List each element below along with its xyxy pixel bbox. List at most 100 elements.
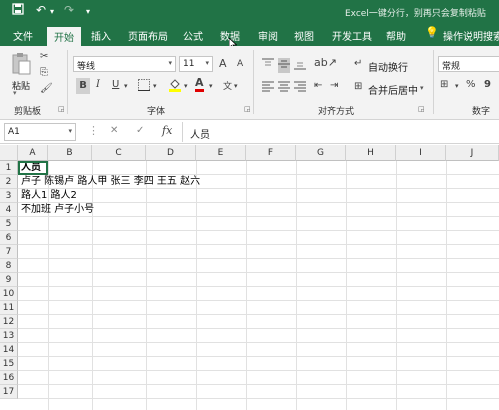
customize-icon[interactable]: ▾ bbox=[86, 7, 90, 16]
row-header-4[interactable]: 4 bbox=[0, 203, 18, 217]
undo-icon[interactable]: ↶ bbox=[36, 3, 46, 17]
align-left-icon[interactable] bbox=[262, 80, 274, 95]
increase-indent-icon[interactable]: ⇥ bbox=[330, 80, 338, 91]
font-name-select[interactable]: 等线 ▾ bbox=[73, 56, 176, 72]
chevron-down-icon: ▾ bbox=[168, 59, 172, 67]
tab-help[interactable]: 帮助 bbox=[386, 28, 406, 43]
wrap-text-icon[interactable]: ↵ bbox=[354, 58, 362, 69]
column-header-d[interactable]: D bbox=[146, 145, 196, 161]
merge-center-button[interactable]: 合并后居中 bbox=[368, 82, 418, 97]
borders-icon[interactable] bbox=[138, 79, 150, 94]
align-middle-icon[interactable] bbox=[278, 58, 290, 73]
chevron-down-icon[interactable]: ▾ bbox=[209, 82, 213, 90]
row-header-8[interactable]: 8 bbox=[0, 259, 18, 273]
select-all-corner[interactable] bbox=[0, 145, 18, 161]
currency-icon[interactable]: ⊞ bbox=[440, 79, 448, 90]
tab-page-layout[interactable]: 页面布局 bbox=[128, 28, 168, 43]
number-format-select[interactable]: 常规 bbox=[438, 56, 499, 72]
align-center-icon[interactable] bbox=[278, 80, 290, 95]
tell-me-search[interactable]: 操作说明搜索 bbox=[443, 28, 499, 43]
column-header-c[interactable]: C bbox=[92, 145, 146, 161]
align-right-icon[interactable] bbox=[294, 80, 306, 95]
underline-button[interactable]: U bbox=[112, 79, 119, 90]
chevron-down-icon: ▾ bbox=[205, 59, 209, 67]
column-header-j[interactable]: J bbox=[446, 145, 499, 161]
row-header-1[interactable]: 1 bbox=[0, 161, 18, 175]
column-header-g[interactable]: G bbox=[296, 145, 346, 161]
percent-button[interactable]: % bbox=[466, 79, 476, 90]
row-header-12[interactable]: 12 bbox=[0, 315, 18, 329]
wrap-text-button[interactable]: 自动换行 bbox=[368, 59, 408, 74]
column-header-e[interactable]: E bbox=[196, 145, 246, 161]
merge-center-icon[interactable]: ⊞ bbox=[354, 81, 362, 92]
row-header-14[interactable]: 14 bbox=[0, 343, 18, 357]
font-name-value: 等线 bbox=[77, 62, 96, 72]
paste-button[interactable] bbox=[9, 52, 33, 76]
row-header-11[interactable]: 11 bbox=[0, 301, 18, 315]
comma-button[interactable]: 9 bbox=[484, 79, 491, 90]
column-header-b[interactable]: B bbox=[48, 145, 92, 161]
tab-review[interactable]: 审阅 bbox=[258, 28, 278, 43]
format-painter-icon[interactable]: 🖌 bbox=[40, 83, 53, 94]
ribbon-tabs: 文件 开始 插入 页面布局 公式 数据 审阅 视图 开发工具 帮助 💡 操作说明… bbox=[0, 24, 499, 51]
save-icon[interactable] bbox=[12, 3, 24, 18]
alignment-launcher-icon[interactable]: ◲ bbox=[418, 105, 425, 113]
row-header-2[interactable]: 2 bbox=[0, 175, 18, 189]
tab-formulas[interactable]: 公式 bbox=[183, 28, 203, 43]
tab-developer[interactable]: 开发工具 bbox=[332, 28, 372, 43]
row-header-16[interactable]: 16 bbox=[0, 371, 18, 385]
align-bottom-icon[interactable] bbox=[294, 58, 306, 73]
chevron-down-icon[interactable]: ▾ bbox=[124, 82, 128, 90]
chevron-down-icon[interactable]: ▾ bbox=[234, 82, 238, 90]
font-size-select[interactable]: 11 ▾ bbox=[179, 56, 213, 72]
cancel-icon[interactable]: ✕ bbox=[110, 125, 118, 136]
italic-button[interactable]: I bbox=[96, 79, 100, 90]
formula-input[interactable]: 人员 bbox=[190, 126, 210, 141]
chevron-down-icon[interactable]: ▾ bbox=[184, 82, 188, 90]
cell-a2[interactable]: 卢子 陈锡卢 路人甲 张三 李四 王五 赵六 bbox=[21, 175, 200, 189]
tab-file[interactable]: 文件 bbox=[13, 28, 33, 43]
row-header-3[interactable]: 3 bbox=[0, 189, 18, 203]
align-top-icon[interactable] bbox=[262, 58, 274, 73]
column-header-i[interactable]: I bbox=[396, 145, 446, 161]
row-header-6[interactable]: 6 bbox=[0, 231, 18, 245]
column-header-a[interactable]: A bbox=[18, 145, 48, 161]
shrink-font-button[interactable]: A bbox=[237, 59, 243, 69]
insert-function-icon[interactable]: fx bbox=[162, 124, 172, 137]
phonetic-icon[interactable]: 文 bbox=[223, 79, 232, 92]
enter-icon[interactable]: ✓ bbox=[136, 125, 144, 136]
chevron-down-icon[interactable]: ▾ bbox=[455, 82, 459, 90]
row-header-5[interactable]: 5 bbox=[0, 217, 18, 231]
row-header-15[interactable]: 15 bbox=[0, 357, 18, 371]
bold-button[interactable]: B bbox=[76, 78, 90, 94]
row-header-10[interactable]: 10 bbox=[0, 287, 18, 301]
row-header-17[interactable]: 17 bbox=[0, 385, 18, 399]
font-color-button[interactable]: A bbox=[195, 77, 204, 92]
worksheet-grid[interactable]: A B C D E F G H I J 1 2 3 4 5 6 7 8 9 10… bbox=[0, 145, 499, 410]
gridline bbox=[18, 300, 499, 301]
column-header-h[interactable]: H bbox=[346, 145, 396, 161]
font-launcher-icon[interactable]: ◲ bbox=[244, 105, 251, 113]
redo-icon[interactable]: ↷ bbox=[64, 3, 74, 17]
fill-color-icon[interactable] bbox=[168, 78, 182, 95]
chevron-down-icon[interactable]: ▾ bbox=[420, 84, 424, 92]
chevron-down-icon[interactable]: ▾ bbox=[153, 82, 157, 90]
tab-insert[interactable]: 插入 bbox=[91, 28, 111, 43]
cell-a4[interactable]: 不加班 卢子小号 bbox=[21, 203, 94, 217]
paste-dropdown-icon[interactable]: ▾ bbox=[13, 89, 17, 97]
orientation-icon[interactable]: ab↗ bbox=[314, 56, 337, 69]
clipboard-launcher-icon[interactable]: ◲ bbox=[58, 105, 65, 113]
name-box[interactable]: A1 ▾ bbox=[4, 123, 76, 141]
copy-icon[interactable]: ⎘ bbox=[40, 67, 48, 78]
column-header-f[interactable]: F bbox=[246, 145, 296, 161]
row-header-7[interactable]: 7 bbox=[0, 245, 18, 259]
row-header-13[interactable]: 13 bbox=[0, 329, 18, 343]
decrease-indent-icon[interactable]: ⇤ bbox=[314, 80, 322, 91]
grow-font-button[interactable]: A bbox=[219, 57, 227, 70]
tab-view[interactable]: 视图 bbox=[294, 28, 314, 43]
cell-a3[interactable]: 路人1 路人2 bbox=[21, 189, 77, 203]
cut-icon[interactable]: ✂ bbox=[40, 51, 48, 62]
undo-dropdown-icon[interactable]: ▾ bbox=[50, 7, 54, 16]
row-header-9[interactable]: 9 bbox=[0, 273, 18, 287]
gridline bbox=[18, 244, 499, 245]
